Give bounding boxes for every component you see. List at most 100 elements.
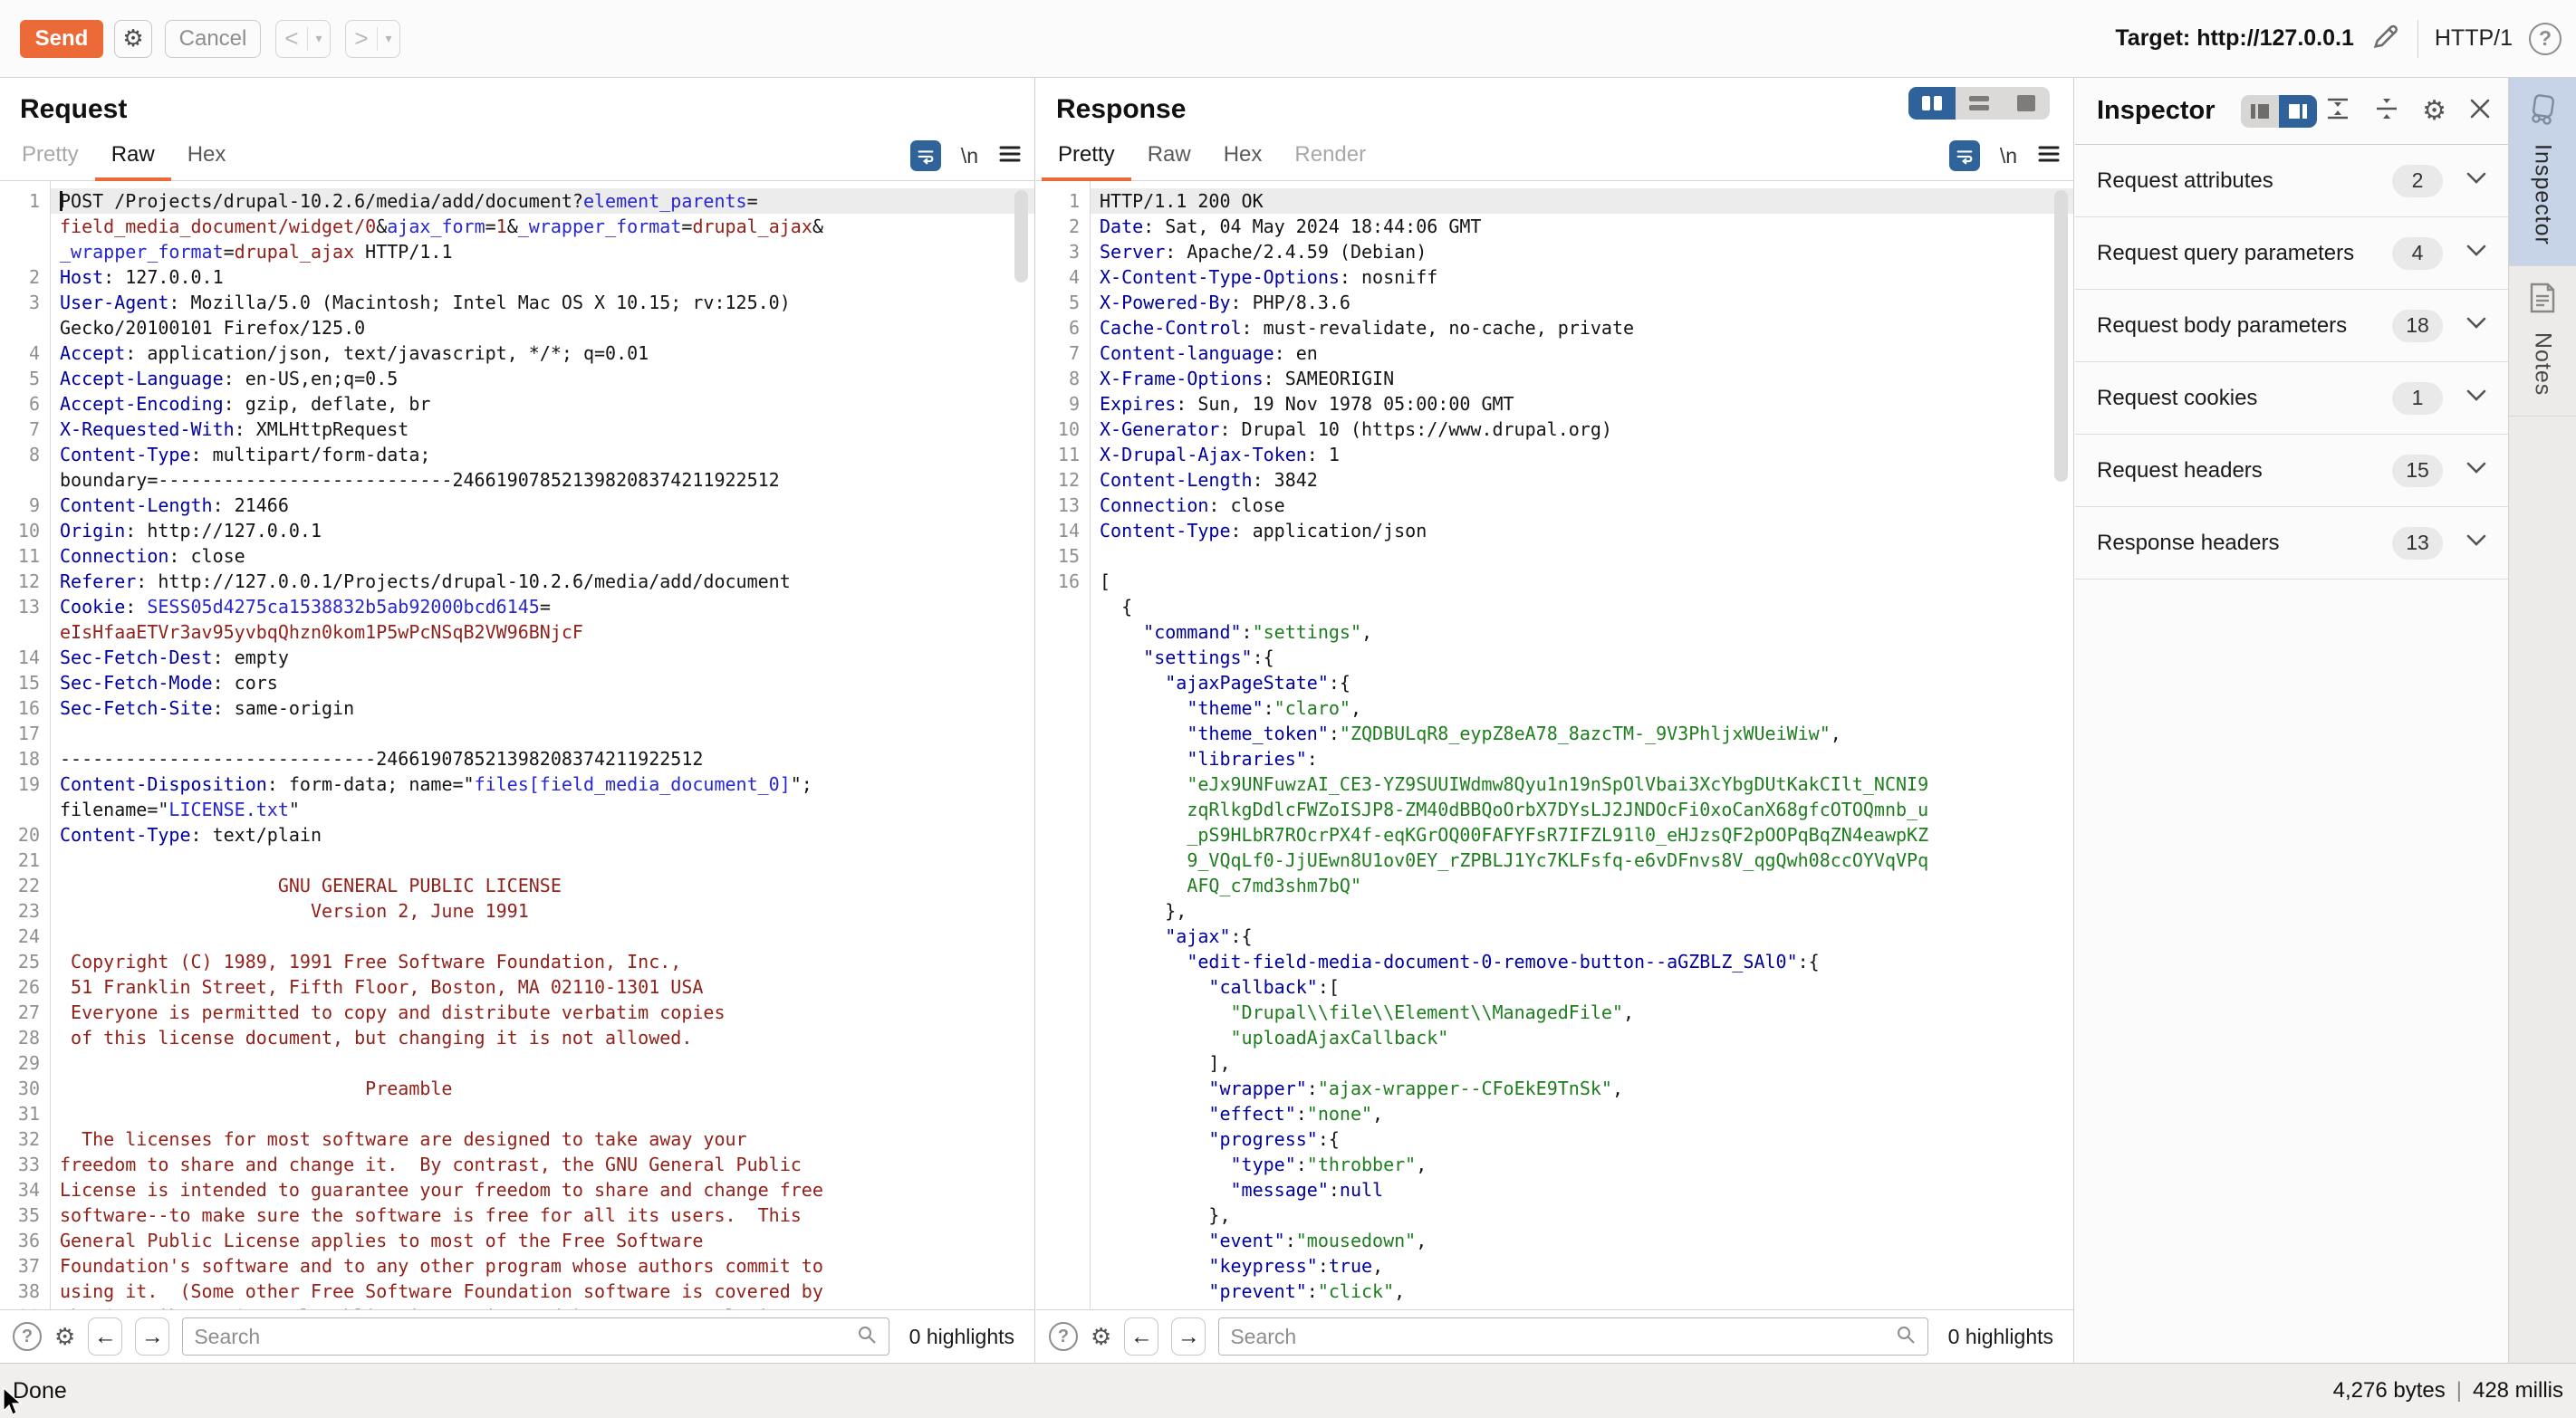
code-line: "progress":{ (1036, 1126, 2073, 1152)
chevron-down-icon[interactable] (2466, 389, 2486, 407)
code-line: "theme":"claro", (1036, 695, 2073, 721)
response-panel-header: Response PrettyRawHexRender (1036, 78, 2073, 181)
chevron-down-icon[interactable] (2466, 317, 2486, 334)
section-label: Request attributes (2097, 168, 2273, 194)
tab-pretty[interactable]: Pretty (5, 142, 95, 180)
search-field[interactable] (1218, 1317, 1927, 1356)
code-line: 8Content-Type: multipart/form-data; (0, 442, 1034, 467)
code-line: 1HTTP/1.1 200 OK (1036, 188, 2073, 214)
code-line: "settings":{ (1036, 645, 2073, 670)
section-count-badge: 2 (2392, 165, 2443, 197)
side-tab-notes[interactable]: Notes (2509, 266, 2576, 417)
close-icon[interactable] (2468, 97, 2492, 125)
chevron-down-icon[interactable] (2466, 534, 2486, 551)
code-line: 1POST /Projects/drupal-10.2.6/media/add/… (0, 188, 1034, 214)
code-line: "message":null (1036, 1177, 2073, 1202)
search-settings-icon[interactable]: ⚙ (1091, 1323, 1111, 1351)
history-back-button[interactable]: < ▾ (275, 20, 331, 58)
chevron-down-icon[interactable] (2466, 462, 2486, 479)
inspector-title: Inspector (2097, 96, 2216, 126)
search-input[interactable] (1230, 1325, 1894, 1349)
code-line: eIsHfaaETVr3av95yvbqQhzn0kom1P5wPcNSqB2V… (0, 619, 1034, 645)
scrollbar-thumb[interactable] (1014, 190, 1028, 283)
code-line: 36General Public License applies to most… (0, 1228, 1034, 1253)
code-line: 6Accept-Encoding: gzip, deflate, br (0, 391, 1034, 417)
history-forward-button[interactable]: > ▾ (345, 20, 400, 58)
chevron-left-icon: < (276, 24, 307, 53)
search-next-button[interactable]: → (135, 1317, 169, 1356)
layout-rows-button[interactable] (1956, 87, 2003, 120)
dock-left-button[interactable] (2241, 95, 2279, 128)
section-label: Response headers (2097, 531, 2279, 556)
expand-all-icon[interactable] (2324, 95, 2351, 127)
status-bar: Done 4,276 bytes | 428 millis (0, 1363, 2576, 1418)
newline-toggle-icon[interactable]: \n (2000, 144, 2017, 168)
code-line: 17 (0, 721, 1034, 746)
code-line: 9Content-Length: 21466 (0, 493, 1034, 518)
cancel-button[interactable]: Cancel (165, 20, 261, 58)
code-line: "theme_token":"ZQDBULqR8_eypZ8eA78_8azcT… (1036, 721, 2073, 746)
menu-icon[interactable] (998, 143, 1022, 169)
inspector-section-request-attributes[interactable]: Request attributes 2 (2075, 145, 2508, 217)
collapse-all-icon[interactable] (2373, 95, 2400, 127)
code-line: 3Server: Apache/2.4.59 (Debian) (1036, 239, 2073, 264)
dropdown-caret-icon[interactable]: ▾ (378, 31, 399, 46)
tab-hex[interactable]: Hex (1207, 142, 1279, 180)
search-settings-icon[interactable]: ⚙ (54, 1323, 75, 1351)
code-line: 4X-Content-Type-Options: nosniff (1036, 264, 2073, 290)
side-tab-inspector[interactable]: Inspector (2509, 78, 2576, 266)
chevron-down-icon[interactable] (2466, 172, 2486, 189)
search-help-icon[interactable]: ? (13, 1322, 42, 1351)
code-line: AFQ_c7md3shm7bQ" (1036, 873, 2073, 898)
response-viewer[interactable]: 1HTTP/1.1 200 OK2Date: Sat, 04 May 2024 … (1036, 181, 2073, 1309)
request-editor[interactable]: 1POST /Projects/drupal-10.2.6/media/add/… (0, 181, 1034, 1309)
search-field[interactable] (182, 1317, 889, 1356)
code-line: "callback":[ (1036, 974, 2073, 1000)
search-prev-button[interactable]: ← (1124, 1317, 1158, 1356)
word-wrap-toggle-icon[interactable] (1949, 140, 1980, 171)
code-line: 7X-Requested-With: XMLHttpRequest (0, 417, 1034, 442)
layout-single-button[interactable] (2003, 87, 2050, 120)
tab-pretty[interactable]: Pretty (1042, 142, 1131, 180)
http-version-selector[interactable]: HTTP/1 (2435, 25, 2513, 52)
response-size: 4,276 bytes (2333, 1378, 2446, 1404)
search-next-button[interactable]: → (1171, 1317, 1206, 1356)
inspector-section-request-query-parameters[interactable]: Request query parameters4 (2075, 217, 2508, 290)
chevron-down-icon[interactable] (2466, 244, 2486, 262)
edit-target-icon[interactable] (2370, 21, 2401, 56)
scrollbar-thumb[interactable] (2054, 190, 2068, 482)
inspector-settings-icon[interactable]: ⚙ (2422, 95, 2446, 127)
search-prev-button[interactable]: ← (88, 1317, 122, 1356)
search-input[interactable] (194, 1325, 855, 1349)
inspector-section-request-cookies[interactable]: Request cookies1 (2075, 362, 2508, 435)
send-button[interactable]: Send (20, 20, 103, 58)
newline-toggle-icon[interactable]: \n (961, 144, 978, 168)
search-help-icon[interactable]: ? (1049, 1322, 1078, 1351)
send-settings-button[interactable]: ⚙ (114, 20, 152, 58)
inspector-section-request-headers[interactable]: Request headers15 (2075, 435, 2508, 507)
code-line: 30 Preamble (0, 1076, 1034, 1101)
code-line: 25 Copyright (C) 1989, 1991 Free Softwar… (0, 949, 1034, 974)
menu-icon[interactable] (2037, 143, 2061, 169)
dock-right-button[interactable] (2279, 95, 2317, 128)
code-line: "keypress":true, (1036, 1253, 2073, 1279)
inspector-section-request-body-parameters[interactable]: Request body parameters18 (2075, 290, 2508, 362)
word-wrap-toggle-icon[interactable] (910, 140, 941, 171)
dropdown-caret-icon[interactable]: ▾ (308, 31, 330, 46)
code-line: 33freedom to share and change it. By con… (0, 1152, 1034, 1177)
tab-raw[interactable]: Raw (1131, 142, 1207, 180)
code-line: filename="LICENSE.txt" (0, 797, 1034, 822)
layout-columns-button[interactable] (1908, 87, 1956, 120)
tab-raw[interactable]: Raw (95, 142, 171, 180)
gear-icon: ⚙ (122, 24, 143, 53)
code-line: 26 51 Franklin Street, Fifth Floor, Bost… (0, 974, 1034, 1000)
code-line: 10Origin: http://127.0.0.1 (0, 518, 1034, 543)
tab-render[interactable]: Render (1278, 142, 1382, 180)
inspector-section-response-headers[interactable]: Response headers13 (2075, 507, 2508, 580)
response-panel: Response PrettyRawHexRender (1036, 78, 2074, 1363)
request-tab-row: PrettyRawHex (5, 142, 242, 180)
help-icon[interactable]: ? (2529, 23, 2562, 55)
code-line: 15Sec-Fetch-Mode: cors (0, 670, 1034, 695)
tab-hex[interactable]: Hex (171, 142, 243, 180)
section-count-badge: 1 (2392, 382, 2443, 415)
